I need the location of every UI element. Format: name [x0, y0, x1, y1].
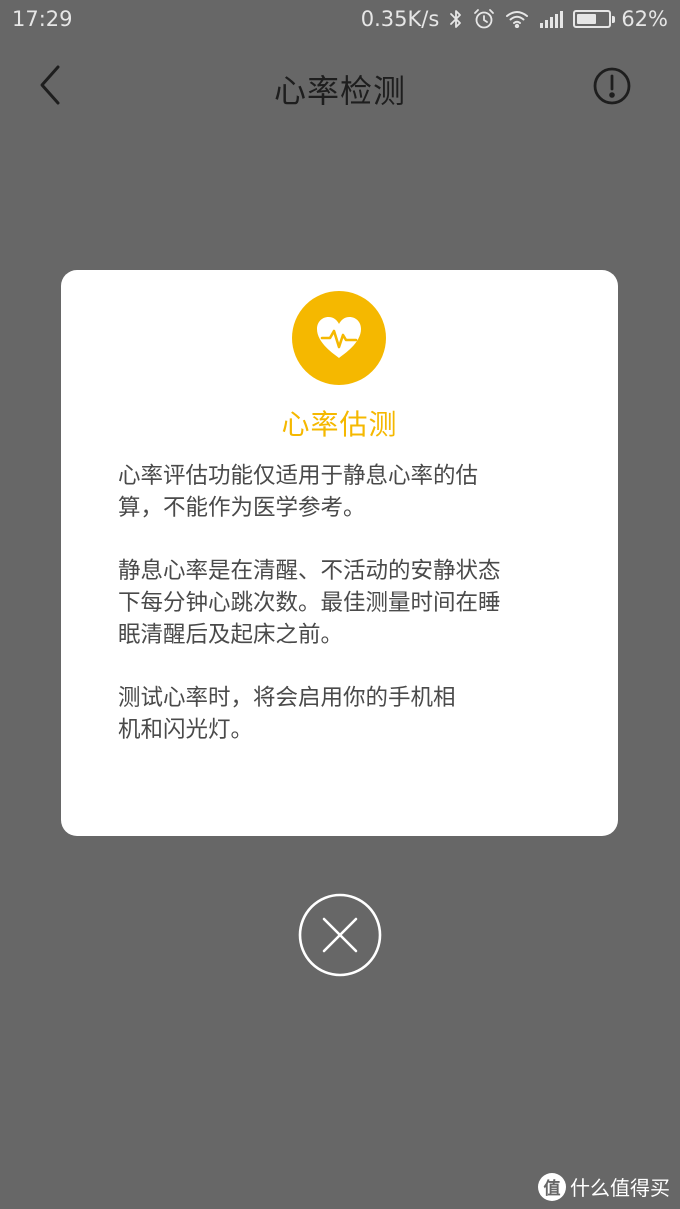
exclamation-circle-icon: [593, 67, 631, 105]
bluetooth-icon: [449, 9, 463, 29]
dialog-paragraph: 心率评估功能仅适用于静息心率的估 算，不能作为医学参考。: [118, 460, 568, 524]
heart-rate-info-dialog: 心率估测 心率评估功能仅适用于静息心率的估 算，不能作为医学参考。 静息心率是在…: [61, 270, 618, 836]
page-title: 心率检测: [273, 72, 406, 110]
alarm-icon: [473, 8, 495, 30]
watermark-text: 什么值得买: [570, 1176, 670, 1200]
watermark: 值 什么值得买: [538, 1172, 670, 1201]
battery-icon: [573, 10, 616, 28]
dialog-title: 心率估测: [281, 408, 398, 441]
dialog-line: 静息心率是在清醒、不活动的安静状态: [118, 558, 501, 584]
close-circle-icon: [298, 893, 382, 977]
signal-icon: [539, 10, 564, 28]
battery-percent: 62%: [621, 7, 668, 31]
network-speed: 0.35K/s: [360, 7, 440, 31]
dialog-body: 心率评估功能仅适用于静息心率的估 算，不能作为医学参考。 静息心率是在清醒、不活…: [118, 460, 568, 777]
heart-pulse-icon: [292, 291, 386, 385]
dialog-line: 算，不能作为医学参考。: [118, 495, 366, 521]
dialog-line: 下每分钟心跳次数。最佳测量时间在睡: [118, 590, 501, 616]
dialog-line: 眠清醒后及起床之前。: [118, 622, 344, 648]
info-button[interactable]: [592, 66, 632, 106]
status-icons: 0.35K/s 62%: [361, 7, 668, 31]
status-bar: 17:29 0.35K/s 62%: [0, 0, 680, 38]
dialog-line: 心率评估功能仅适用于静息心率的估: [118, 463, 479, 489]
watermark-logo: 值: [538, 1172, 566, 1201]
dialog-line: 测试心率时，将会启用你的手机相: [118, 685, 456, 711]
dialog-line: 机和闪光灯。: [118, 717, 254, 743]
nav-bar: 心率检测: [0, 50, 680, 122]
close-button[interactable]: [298, 893, 382, 977]
wifi-icon: [505, 10, 529, 28]
dialog-paragraph: 测试心率时，将会启用你的手机相 机和闪光灯。: [118, 682, 568, 746]
dialog-paragraph: 静息心率是在清醒、不活动的安静状态 下每分钟心跳次数。最佳测量时间在睡 眠清醒后…: [118, 555, 568, 651]
status-time: 17:29: [12, 7, 73, 31]
